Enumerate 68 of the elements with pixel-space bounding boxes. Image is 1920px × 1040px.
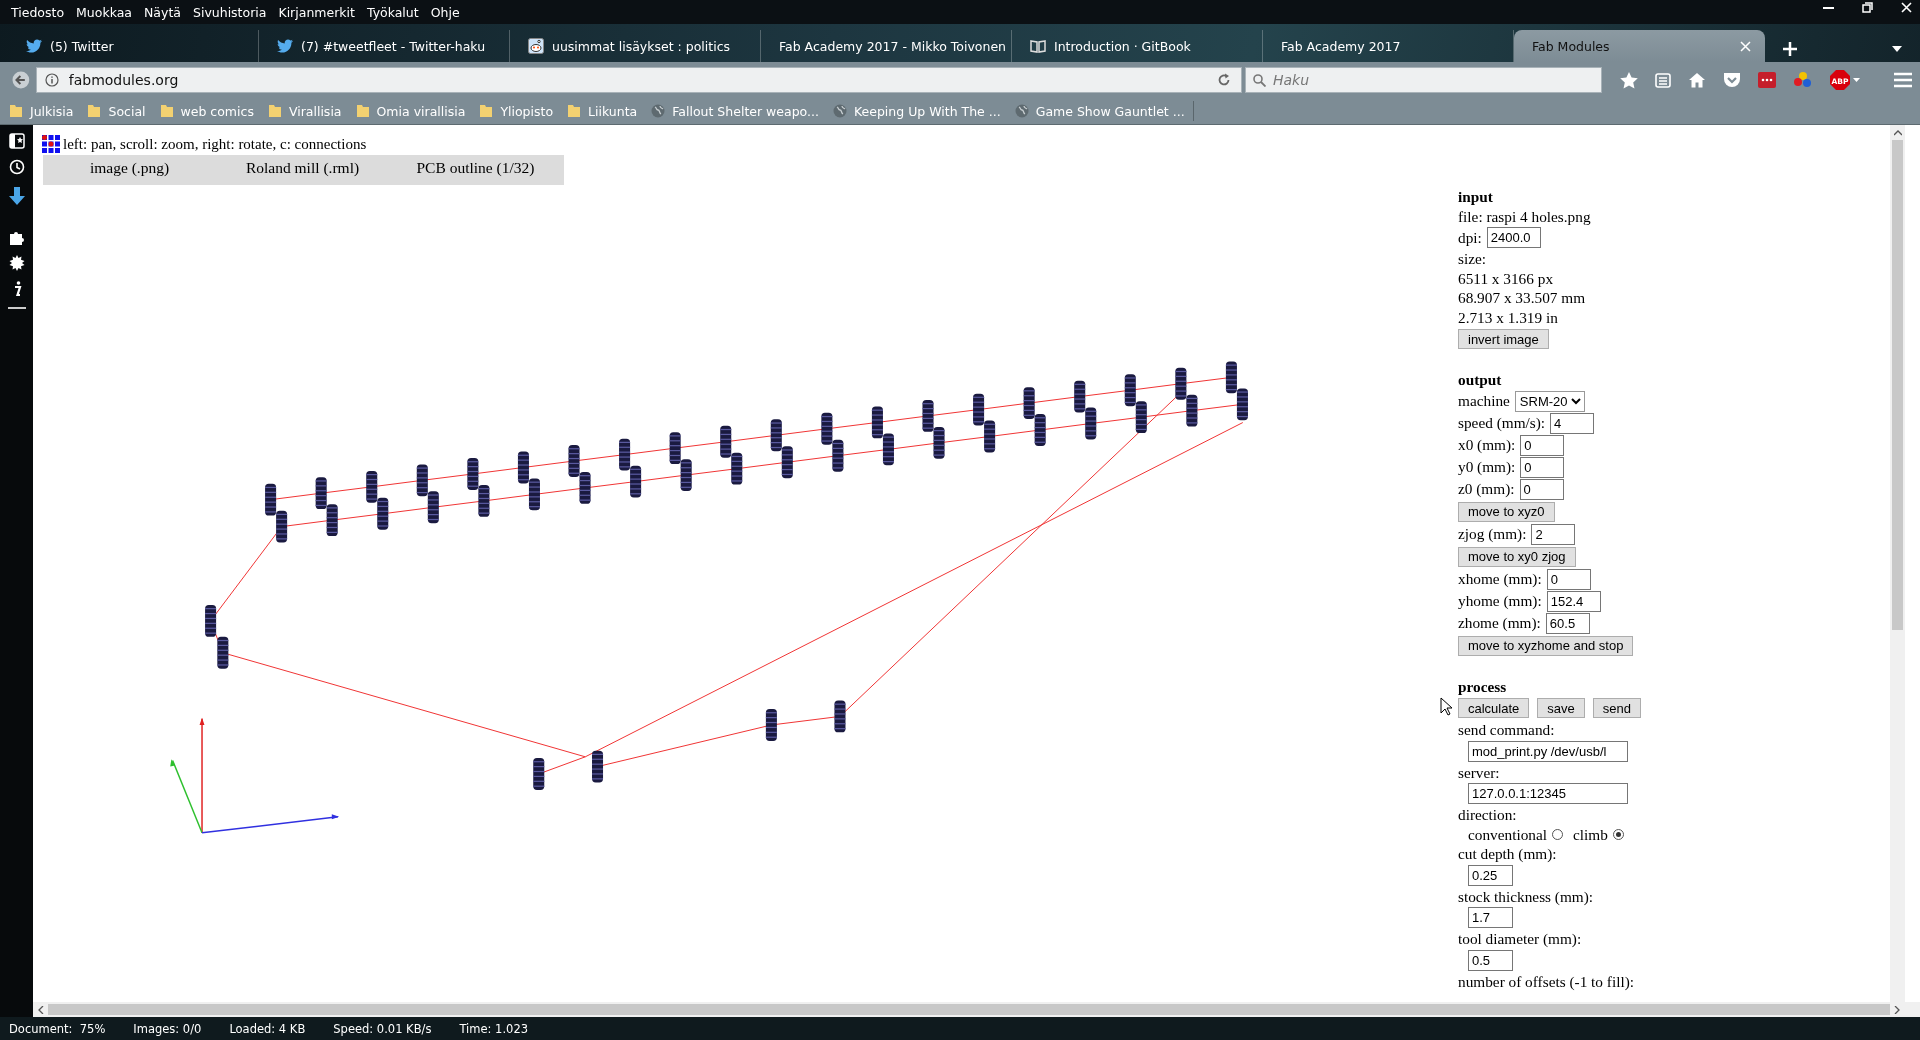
input-field[interactable]: 0 xyxy=(1520,456,1565,478)
field-label: yhome (mm): xyxy=(1458,591,1542,611)
input-field[interactable]: 0 xyxy=(1546,568,1591,590)
label-text: file: raspi 4 holes.png xyxy=(1458,206,1592,226)
label-text: cut depth (mm): xyxy=(1458,844,1558,864)
status-text: Speed: 0.01 KB/s xyxy=(333,1021,432,1036)
action-button[interactable]: move to xyz0 xyxy=(1458,501,1555,522)
section-heading: input xyxy=(1458,187,1494,207)
status-text: Document: 75% xyxy=(9,1021,106,1036)
toolbar-item[interactable]: image (.png) xyxy=(43,155,216,185)
status-text: Loaded: 4 KB xyxy=(229,1021,306,1036)
toolbar-item[interactable]: Roland mill (.rml) xyxy=(216,155,389,185)
field-label: zhome (mm): xyxy=(1458,613,1541,633)
section-heading: process xyxy=(1458,676,1508,696)
action-button[interactable]: move to xy0 zjog xyxy=(1458,546,1576,567)
label-text: 2.713 x 1.319 in xyxy=(1458,307,1559,327)
label-text: server: xyxy=(1458,762,1501,782)
input-field[interactable]: 127.0.0.1:12345 xyxy=(1468,783,1628,804)
input-field[interactable]: 4 xyxy=(1550,412,1595,434)
input-field[interactable]: 2 xyxy=(1531,523,1576,545)
radio-label: climb xyxy=(1573,824,1608,844)
hint-text: left: pan, scroll: zoom, right: rotate, c: connections xyxy=(63,135,367,153)
menu-item[interactable]: Ohje xyxy=(425,4,465,20)
input-field[interactable]: 1.7 xyxy=(1468,907,1513,928)
label-text: 68.907 x 33.507 mm xyxy=(1458,288,1587,308)
input-field[interactable]: 60.5 xyxy=(1545,612,1590,634)
input-field[interactable]: 0 xyxy=(1520,434,1565,456)
label-text: number of offsets (-1 to fill): xyxy=(1458,971,1636,991)
toolbar-item[interactable]: PCB outline (1/32) xyxy=(389,155,562,185)
action-button[interactable]: calculate xyxy=(1458,698,1530,718)
menu-item[interactable]: Näytä xyxy=(139,4,186,20)
action-button[interactable]: invert image xyxy=(1458,329,1549,349)
address-bar[interactable]: fabmodules.org xyxy=(35,67,1242,93)
label-text: direction: xyxy=(1458,805,1518,825)
label-text: size: xyxy=(1458,249,1488,269)
field-label: speed (mm/s): xyxy=(1458,413,1546,433)
menu-item[interactable]: Tiedosto xyxy=(6,4,70,20)
field-label: machine xyxy=(1458,391,1510,411)
input-field[interactable]: 0.25 xyxy=(1468,864,1513,886)
menu-item[interactable]: Sivuhistoria xyxy=(188,4,272,20)
field-label: y0 (mm): xyxy=(1458,457,1516,477)
field-label: z0 (mm): xyxy=(1458,479,1515,499)
input-field[interactable]: mod_print.py /dev/usb/l xyxy=(1468,740,1628,762)
field-label: x0 (mm): xyxy=(1458,435,1516,455)
radio-label: conventional xyxy=(1468,824,1547,844)
status-text: Time: 1.023 xyxy=(459,1021,529,1036)
field-label: dpi: xyxy=(1458,227,1482,248)
status-text: Images: 0/0 xyxy=(133,1021,202,1036)
label-text: 6511 x 3166 px xyxy=(1458,268,1555,288)
field-label: zjog (mm): xyxy=(1458,524,1527,544)
browser-tab[interactable]: Fab Modules xyxy=(1514,30,1765,62)
menu-item[interactable]: Muokkaa xyxy=(71,4,137,20)
machine-dropdown[interactable]: SRM-20 xyxy=(1514,390,1585,412)
menu-item[interactable]: Kirjanmerkit xyxy=(273,4,360,20)
label-text: tool diameter (mm): xyxy=(1458,929,1583,949)
action-button[interactable]: move to xyzhome and stop xyxy=(1458,635,1634,656)
action-button[interactable]: save xyxy=(1537,698,1585,718)
input-field[interactable]: 0 xyxy=(1519,478,1564,500)
input-field[interactable]: 0.5 xyxy=(1468,949,1513,971)
menu-item[interactable]: Työkalut xyxy=(361,4,424,20)
label-text: stock thickness (mm): xyxy=(1458,886,1595,906)
field-label: xhome (mm): xyxy=(1458,569,1542,589)
input-field[interactable]: 2400.0 xyxy=(1486,227,1541,248)
action-button[interactable]: send xyxy=(1592,698,1641,718)
label-text: send command: xyxy=(1458,720,1556,740)
input-field[interactable]: 152.4 xyxy=(1546,590,1601,612)
section-heading: output xyxy=(1458,370,1503,390)
search-field[interactable]: Haku xyxy=(1245,67,1602,93)
